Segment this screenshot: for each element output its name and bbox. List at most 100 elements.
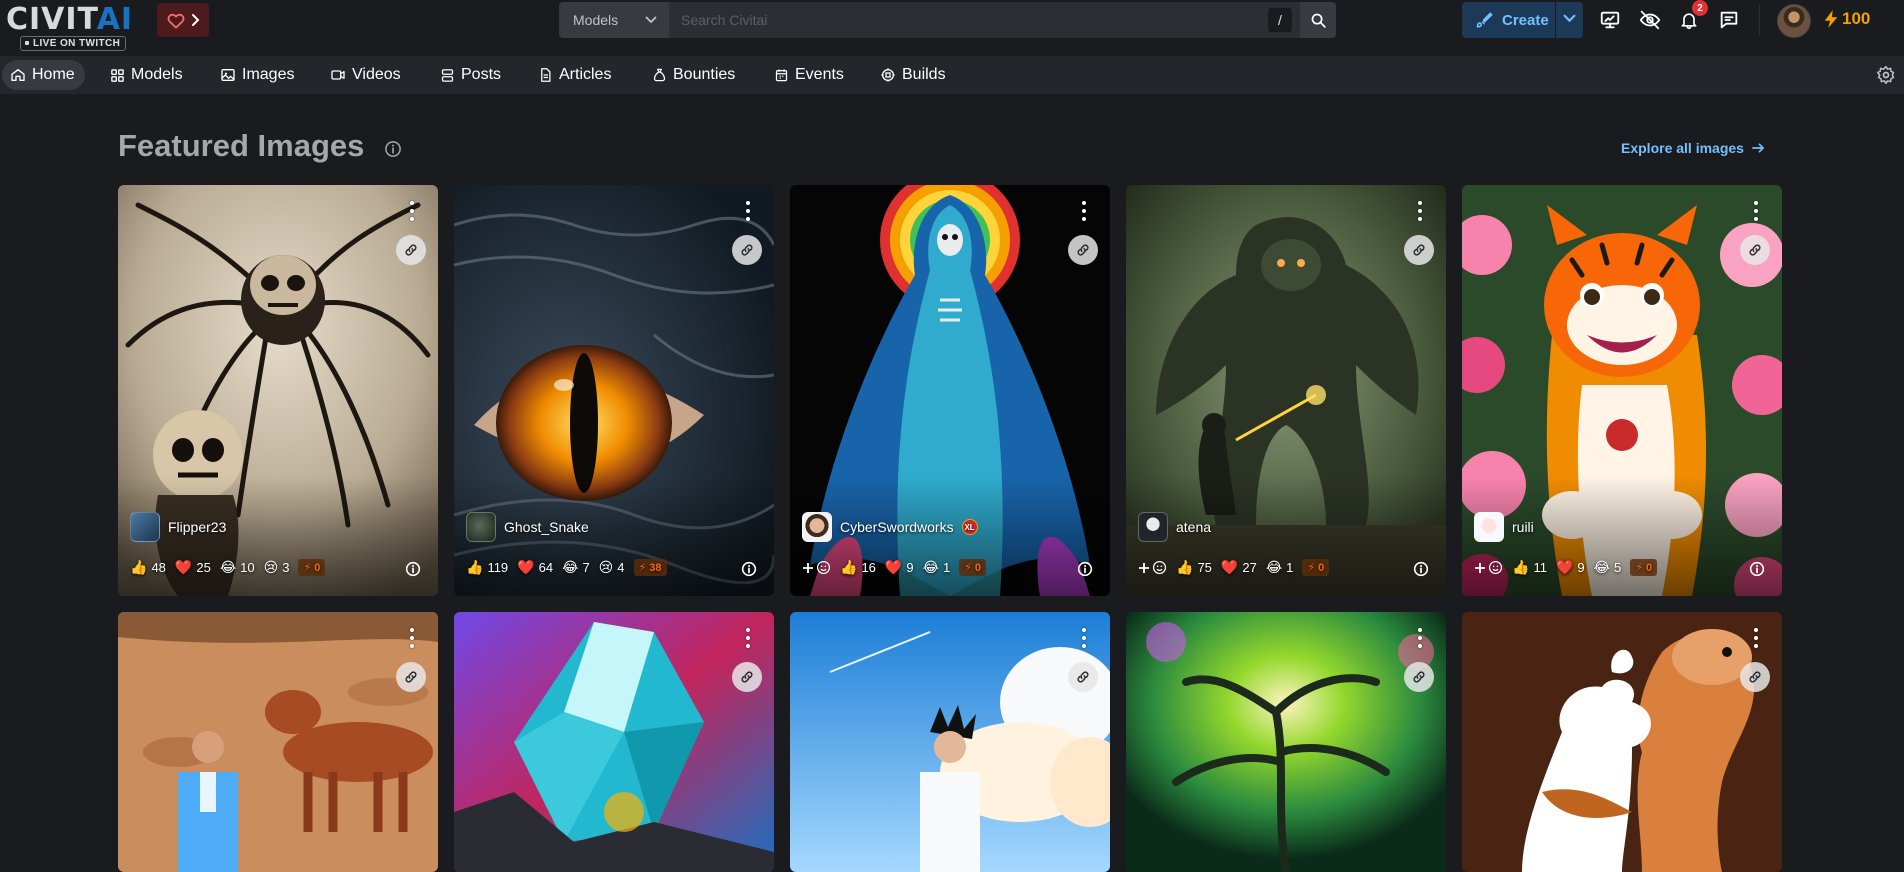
explore-all-images-link[interactable]: Explore all images: [1621, 140, 1765, 156]
nav-item-posts[interactable]: Posts: [432, 60, 511, 90]
create-button[interactable]: Create: [1462, 2, 1583, 38]
search-input[interactable]: [669, 2, 1268, 38]
card-user[interactable]: CyberSwordworks XL: [802, 512, 978, 542]
image-card[interactable]: [118, 612, 438, 872]
like-reaction[interactable]: 👍 16: [840, 559, 876, 576]
chevron-down-icon[interactable]: [1563, 14, 1576, 23]
info-icon[interactable]: [741, 561, 757, 577]
info-icon[interactable]: [1749, 561, 1765, 577]
image-card[interactable]: CyberSwordworks XL 👍 16 ❤️ 9 😂 1 ⚡ 0: [790, 185, 1110, 596]
link-icon[interactable]: [1068, 662, 1098, 692]
link-icon[interactable]: [1068, 235, 1098, 265]
like-count: 75: [1197, 560, 1212, 575]
search-shortcut-key: /: [1268, 8, 1292, 32]
card-image[interactable]: [790, 612, 1110, 872]
nav-item-bounties[interactable]: Bounties: [644, 60, 745, 90]
laugh-reaction[interactable]: 😂 7: [562, 559, 590, 576]
image-card[interactable]: atena 👍 75 ❤️ 27 😂 1 ⚡ 0: [1126, 185, 1446, 596]
more-options-icon[interactable]: [1750, 200, 1762, 222]
buzz-tip-button[interactable]: ⚡ 0: [959, 559, 987, 576]
card-user[interactable]: Ghost_Snake: [466, 512, 589, 542]
heart-reaction[interactable]: ❤️ 64: [517, 559, 553, 576]
more-options-icon[interactable]: [406, 200, 418, 222]
like-reaction[interactable]: 👍 11: [1512, 559, 1547, 576]
gear-icon[interactable]: [1876, 65, 1896, 85]
add-reaction-button[interactable]: [802, 560, 831, 575]
card-image[interactable]: [1126, 612, 1446, 872]
cry-reaction[interactable]: 😢 4: [599, 559, 625, 576]
heart-reaction[interactable]: ❤️ 9: [1556, 559, 1585, 576]
image-card[interactable]: [1126, 612, 1446, 872]
chat-icon[interactable]: [1717, 8, 1741, 32]
more-options-icon[interactable]: [1414, 200, 1426, 222]
image-card[interactable]: ruili 👍 11 ❤️ 9 😂 5 ⚡ 0: [1462, 185, 1782, 596]
link-icon[interactable]: [732, 662, 762, 692]
card-user[interactable]: atena: [1138, 512, 1211, 542]
cry-reaction[interactable]: 😢 3: [264, 559, 290, 576]
more-options-icon[interactable]: [1750, 627, 1762, 649]
add-reaction-button[interactable]: [1474, 560, 1503, 575]
card-user[interactable]: Flipper23: [130, 512, 226, 542]
info-icon[interactable]: [1077, 561, 1093, 577]
more-options-icon[interactable]: [742, 627, 754, 649]
nav-item-home[interactable]: Home: [2, 60, 85, 90]
image-card[interactable]: [1462, 612, 1782, 872]
link-icon[interactable]: [396, 662, 426, 692]
heart-reaction[interactable]: ❤️ 27: [1221, 559, 1257, 576]
buzz-tip-button[interactable]: ⚡ 0: [298, 559, 326, 576]
laugh-reaction[interactable]: 😂 5: [1594, 559, 1622, 576]
laugh-reaction[interactable]: 😂 1: [923, 559, 951, 576]
like-reaction[interactable]: 👍 48: [130, 559, 166, 576]
nav-item-builds[interactable]: Builds: [872, 60, 956, 90]
info-icon[interactable]: [405, 561, 421, 577]
nav-item-videos[interactable]: Videos: [322, 60, 411, 90]
screen-icon[interactable]: [1598, 8, 1622, 32]
laugh-reaction[interactable]: 😂 10: [220, 559, 255, 576]
nav-item-models[interactable]: Models: [102, 60, 193, 90]
info-icon[interactable]: [1413, 561, 1429, 577]
heart-reaction[interactable]: ❤️ 25: [175, 559, 211, 576]
card-image[interactable]: [118, 612, 438, 872]
info-icon[interactable]: [384, 140, 402, 158]
link-icon[interactable]: [1404, 662, 1434, 692]
image-card[interactable]: [790, 612, 1110, 872]
add-reaction-button[interactable]: [1138, 560, 1167, 575]
card-image[interactable]: [1462, 612, 1782, 872]
link-icon[interactable]: [732, 235, 762, 265]
live-on-twitch-badge[interactable]: LIVE ON TWITCH: [20, 36, 127, 51]
eye-off-icon[interactable]: [1638, 8, 1662, 32]
more-options-icon[interactable]: [406, 627, 418, 649]
image-card[interactable]: Ghost_Snake 👍 119 ❤️ 64 😂 7 😢 4 ⚡ 38: [454, 185, 774, 596]
civitai-logo[interactable]: CIVITAI LIVE ON TWITCH: [6, 5, 146, 51]
link-icon[interactable]: [396, 235, 426, 265]
more-options-icon[interactable]: [742, 200, 754, 222]
laugh-reaction[interactable]: 😂 1: [1266, 559, 1294, 576]
nav-item-events[interactable]: Events: [766, 60, 854, 90]
nav-item-articles[interactable]: Articles: [530, 60, 621, 90]
search-category-select[interactable]: Models: [559, 2, 669, 38]
more-options-icon[interactable]: [1078, 200, 1090, 222]
nav-item-images[interactable]: Images: [212, 60, 304, 90]
like-reaction[interactable]: 👍 75: [1176, 559, 1212, 576]
card-user[interactable]: ruili: [1474, 512, 1534, 542]
card-image[interactable]: [454, 612, 774, 872]
search-button[interactable]: [1300, 2, 1336, 38]
support-button[interactable]: [157, 3, 209, 37]
buzz-balance[interactable]: 100: [1824, 9, 1870, 29]
link-icon[interactable]: [1740, 662, 1770, 692]
nav-label: Home: [32, 66, 75, 83]
link-icon[interactable]: [1404, 235, 1434, 265]
image-card[interactable]: Flipper23 👍 48 ❤️ 25 😂 10 😢 3 ⚡ 0: [118, 185, 438, 596]
heart-reaction[interactable]: ❤️ 9: [885, 559, 914, 576]
more-options-icon[interactable]: [1414, 627, 1426, 649]
photo-icon: [221, 69, 235, 81]
link-icon[interactable]: [1740, 235, 1770, 265]
image-card[interactable]: [454, 612, 774, 872]
like-reaction[interactable]: 👍 119: [466, 559, 508, 576]
user-avatar[interactable]: [1777, 4, 1811, 38]
buzz-tip-button[interactable]: ⚡ 0: [1302, 559, 1330, 576]
cry-icon: 😢: [263, 559, 279, 575]
more-options-icon[interactable]: [1078, 627, 1090, 649]
buzz-tip-button[interactable]: ⚡ 0: [1630, 559, 1658, 576]
buzz-tip-button[interactable]: ⚡ 38: [633, 559, 667, 576]
